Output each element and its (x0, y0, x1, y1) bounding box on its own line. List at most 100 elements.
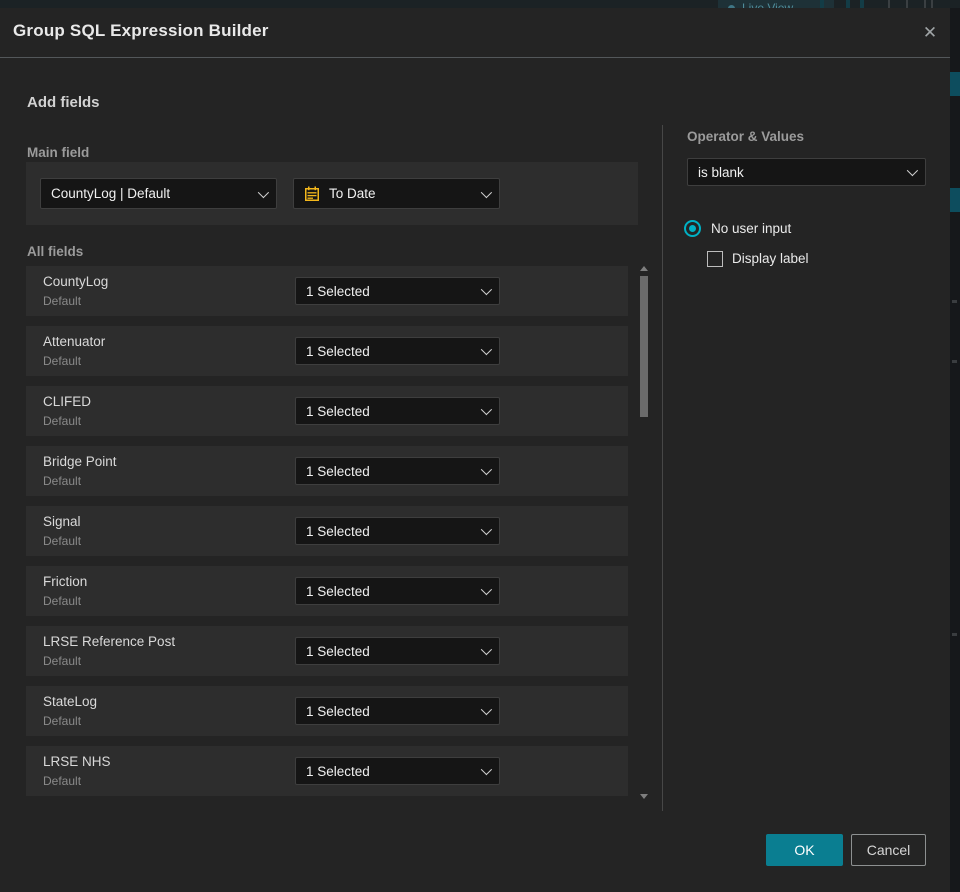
field-selection-value: 1 Selected (306, 763, 370, 779)
background-mark (952, 633, 957, 636)
field-source: Default (43, 534, 82, 548)
scrollbar-up-arrow-icon[interactable] (640, 266, 648, 271)
chevron-down-icon (480, 403, 493, 416)
field-type-dropdown-value: To Date (329, 186, 376, 201)
display-label-checkbox[interactable] (707, 251, 723, 267)
field-source: Default (43, 414, 82, 428)
field-row: CountyLog Default 1 Selected (26, 266, 628, 316)
no-user-input-radio[interactable] (684, 220, 701, 237)
field-selection-value: 1 Selected (306, 343, 370, 359)
scrollbar-thumb[interactable] (640, 276, 648, 417)
field-selection-dropdown[interactable]: 1 Selected (295, 577, 500, 605)
field-row: LRSE Reference Post Default 1 Selected (26, 626, 628, 676)
chevron-down-icon (480, 343, 493, 356)
toolbar-separator (924, 0, 926, 8)
close-icon[interactable]: ✕ (916, 19, 944, 47)
display-label-label: Display label (732, 251, 809, 266)
field-selection-dropdown[interactable]: 1 Selected (295, 277, 500, 305)
field-selection-value: 1 Selected (306, 643, 370, 659)
chevron-down-icon (906, 164, 919, 177)
chevron-down-icon (480, 283, 493, 296)
background-mark (952, 360, 957, 363)
ok-button[interactable]: OK (766, 834, 843, 866)
chevron-down-icon (480, 643, 493, 656)
field-selection-dropdown[interactable]: 1 Selected (295, 757, 500, 785)
field-selection-dropdown[interactable]: 1 Selected (295, 457, 500, 485)
dialog-header: Group SQL Expression Builder ✕ (0, 8, 950, 58)
main-field-panel: CountyLog | Default To Date (26, 162, 638, 225)
field-type-dropdown[interactable]: To Date (293, 178, 500, 209)
field-row: Signal Default 1 Selected (26, 506, 628, 556)
field-selection-value: 1 Selected (306, 463, 370, 479)
main-field-dropdown[interactable]: CountyLog | Default (40, 178, 277, 209)
chevron-down-icon (257, 186, 270, 198)
field-name: LRSE NHS (43, 754, 111, 769)
field-row: LRSE NHS Default 1 Selected (26, 746, 628, 796)
radio-selected-dot (689, 225, 696, 232)
toolbar-separator (860, 0, 864, 8)
scrollbar-down-arrow-icon[interactable] (640, 794, 648, 799)
operator-values-label: Operator & Values (687, 129, 805, 144)
main-field-label: Main field (27, 145, 90, 160)
field-source: Default (43, 594, 82, 608)
field-row: Bridge Point Default 1 Selected (26, 446, 628, 496)
background-mark (952, 300, 957, 303)
main-field-dropdown-value: CountyLog | Default (51, 186, 171, 201)
field-selection-dropdown[interactable]: 1 Selected (295, 637, 500, 665)
toolbar-separator (931, 0, 933, 8)
field-name: Attenuator (43, 334, 106, 349)
field-name: Signal (43, 514, 81, 529)
field-row: StateLog Default 1 Selected (26, 686, 628, 736)
field-name: CLIFED (43, 394, 92, 409)
background-app-topbar: Live View (0, 0, 960, 8)
live-view-button[interactable]: Live View (718, 0, 834, 8)
chevron-down-icon (480, 463, 493, 476)
background-accent-fragment (950, 72, 960, 96)
chevron-down-icon (480, 523, 493, 536)
chevron-down-icon (480, 763, 493, 776)
field-source: Default (43, 714, 82, 728)
field-selection-value: 1 Selected (306, 523, 370, 539)
all-fields-label: All fields (27, 244, 84, 259)
group-sql-expression-builder-dialog: Group SQL Expression Builder ✕ Add field… (0, 8, 950, 892)
field-name: LRSE Reference Post (43, 634, 176, 649)
operator-dropdown[interactable]: is blank (687, 158, 926, 186)
field-selection-dropdown[interactable]: 1 Selected (295, 337, 500, 365)
background-accent-fragment (950, 188, 960, 212)
dialog-title: Group SQL Expression Builder (13, 21, 269, 40)
field-selection-value: 1 Selected (306, 403, 370, 419)
toolbar-separator (906, 0, 908, 8)
field-row: CLIFED Default 1 Selected (26, 386, 628, 436)
field-source: Default (43, 654, 82, 668)
field-name: CountyLog (43, 274, 109, 289)
background-app-right-strip (950, 8, 960, 892)
section-divider (662, 125, 663, 811)
field-selection-value: 1 Selected (306, 703, 370, 719)
field-source: Default (43, 354, 82, 368)
field-source: Default (43, 294, 82, 308)
calendar-icon (305, 186, 319, 201)
field-selection-value: 1 Selected (306, 283, 370, 299)
add-fields-heading: Add fields (27, 94, 100, 111)
field-selection-dropdown[interactable]: 1 Selected (295, 397, 500, 425)
toolbar-separator (888, 0, 890, 8)
chevron-down-icon (480, 186, 493, 198)
field-source: Default (43, 474, 82, 488)
no-user-input-label: No user input (711, 221, 792, 236)
field-name: StateLog (43, 694, 98, 709)
field-selection-dropdown[interactable]: 1 Selected (295, 517, 500, 545)
field-source: Default (43, 774, 82, 788)
toolbar-separator (846, 0, 850, 8)
field-row: Attenuator Default 1 Selected (26, 326, 628, 376)
field-row: Friction Default 1 Selected (26, 566, 628, 616)
toolbar-separator (820, 0, 824, 8)
cancel-button[interactable]: Cancel (851, 834, 926, 866)
chevron-down-icon (480, 583, 493, 596)
operator-dropdown-value: is blank (698, 164, 744, 180)
field-selection-dropdown[interactable]: 1 Selected (295, 697, 500, 725)
chevron-down-icon (480, 703, 493, 716)
field-name: Friction (43, 574, 88, 589)
live-view-label: Live View (742, 1, 794, 8)
field-selection-value: 1 Selected (306, 583, 370, 599)
field-name: Bridge Point (43, 454, 117, 469)
